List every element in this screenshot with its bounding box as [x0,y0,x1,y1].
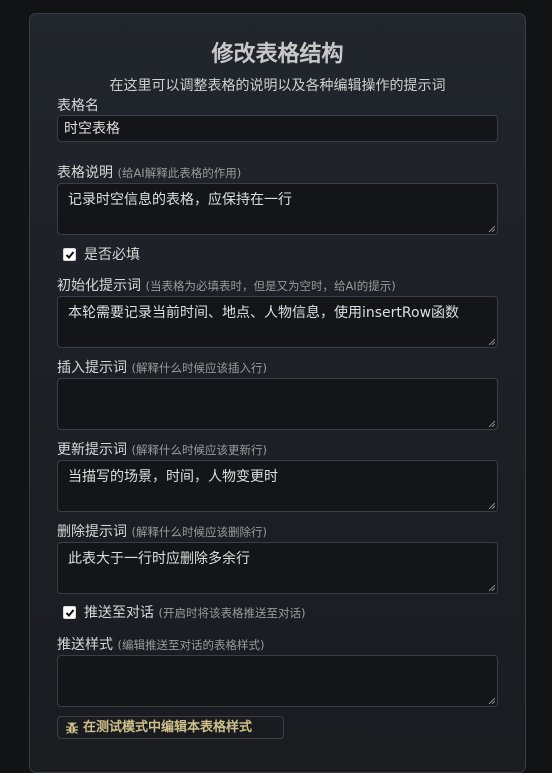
init-prompt-textarea[interactable]: 本轮需要记录当前时间、地点、人物信息，使用insertRow函数 [57,296,498,348]
delete-prompt-label-text: 删除提示词 [57,524,127,540]
table-desc-textarea[interactable]: 记录时空信息的表格，应保持在一行 [57,183,498,235]
table-desc-label-text: 表格说明 [57,165,113,181]
required-label: 是否必填 [84,247,140,263]
push-to-chat-checkbox[interactable] [63,606,76,619]
push-style-label: 推送样式 (编辑推送至对话的表格样式) [57,636,264,654]
table-name-label-text: 表格名 [57,98,99,114]
push-style-hint: (编辑推送至对话的表格样式) [117,638,265,652]
delete-prompt-label: 删除提示词 (解释什么时候应该删除行) [57,523,267,541]
table-name-label: 表格名 [57,97,99,115]
edit-style-test-mode-label: 在测试模式中编辑本表格样式 [83,720,253,735]
checkmark-icon [65,251,75,259]
table-desc-label: 表格说明 (给AI解释此表格的作用) [57,164,241,182]
insert-prompt-label-text: 插入提示词 [57,360,127,376]
insert-prompt-hint: (解释什么时候应该插入行) [131,361,267,375]
update-prompt-text: 当描写的场景，时间，人物变更时 [68,469,278,485]
push-to-chat-hint: (开启时将该表格推送至对话) [158,606,306,620]
resize-grip-icon[interactable] [488,225,495,232]
resize-grip-icon[interactable] [488,420,495,427]
push-to-chat-label: 推送至对话 (开启时将该表格推送至对话) [84,604,305,622]
edit-style-test-mode-button[interactable]: 在测试模式中编辑本表格样式 [57,716,284,739]
delete-prompt-textarea[interactable]: 此表大于一行时应删除多余行 [57,542,498,594]
push-style-label-text: 推送样式 [57,637,113,653]
delete-prompt-text: 此表大于一行时应删除多余行 [68,551,250,567]
insert-prompt-label: 插入提示词 (解释什么时候应该插入行) [57,359,267,377]
checkmark-icon [65,609,75,617]
bug-icon [66,722,78,735]
init-prompt-label: 初始化提示词 (当表格为必填表时，但是又为空时，给AI的提示) [57,277,396,295]
resize-grip-icon[interactable] [488,502,495,509]
update-prompt-textarea[interactable]: 当描写的场景，时间，人物变更时 [57,460,498,512]
init-prompt-text: 本轮需要记录当前时间、地点、人物信息，使用insertRow函数 [68,305,460,321]
delete-prompt-hint: (解释什么时候应该删除行) [131,525,267,539]
init-prompt-hint: (当表格为必填表时，但是又为空时，给AI的提示) [145,279,396,293]
update-prompt-hint: (解释什么时候应该更新行) [131,443,267,457]
table-name-input[interactable]: 时空表格 [57,115,498,142]
table-desc-hint: (给AI解释此表格的作用) [117,166,242,180]
init-prompt-label-text: 初始化提示词 [57,278,141,294]
push-style-textarea[interactable] [57,655,498,707]
push-to-chat-label-text: 推送至对话 [84,605,154,621]
table-desc-text: 记录时空信息的表格，应保持在一行 [68,192,292,208]
dialog-title: 修改表格结构 [211,42,344,67]
update-prompt-label: 更新提示词 (解释什么时候应该更新行) [57,441,267,459]
update-prompt-label-text: 更新提示词 [57,442,127,458]
required-checkbox[interactable] [63,248,76,261]
insert-prompt-textarea[interactable] [57,378,498,430]
edit-table-dialog: 修改表格结构 在这里可以调整表格的说明以及各种编辑操作的提示词 表格名 时空表格… [29,13,526,773]
resize-grip-icon[interactable] [488,584,495,591]
resize-grip-icon[interactable] [488,697,495,704]
dialog-subtitle: 在这里可以调整表格的说明以及各种编辑操作的提示词 [109,78,446,94]
resize-grip-icon[interactable] [488,338,495,345]
